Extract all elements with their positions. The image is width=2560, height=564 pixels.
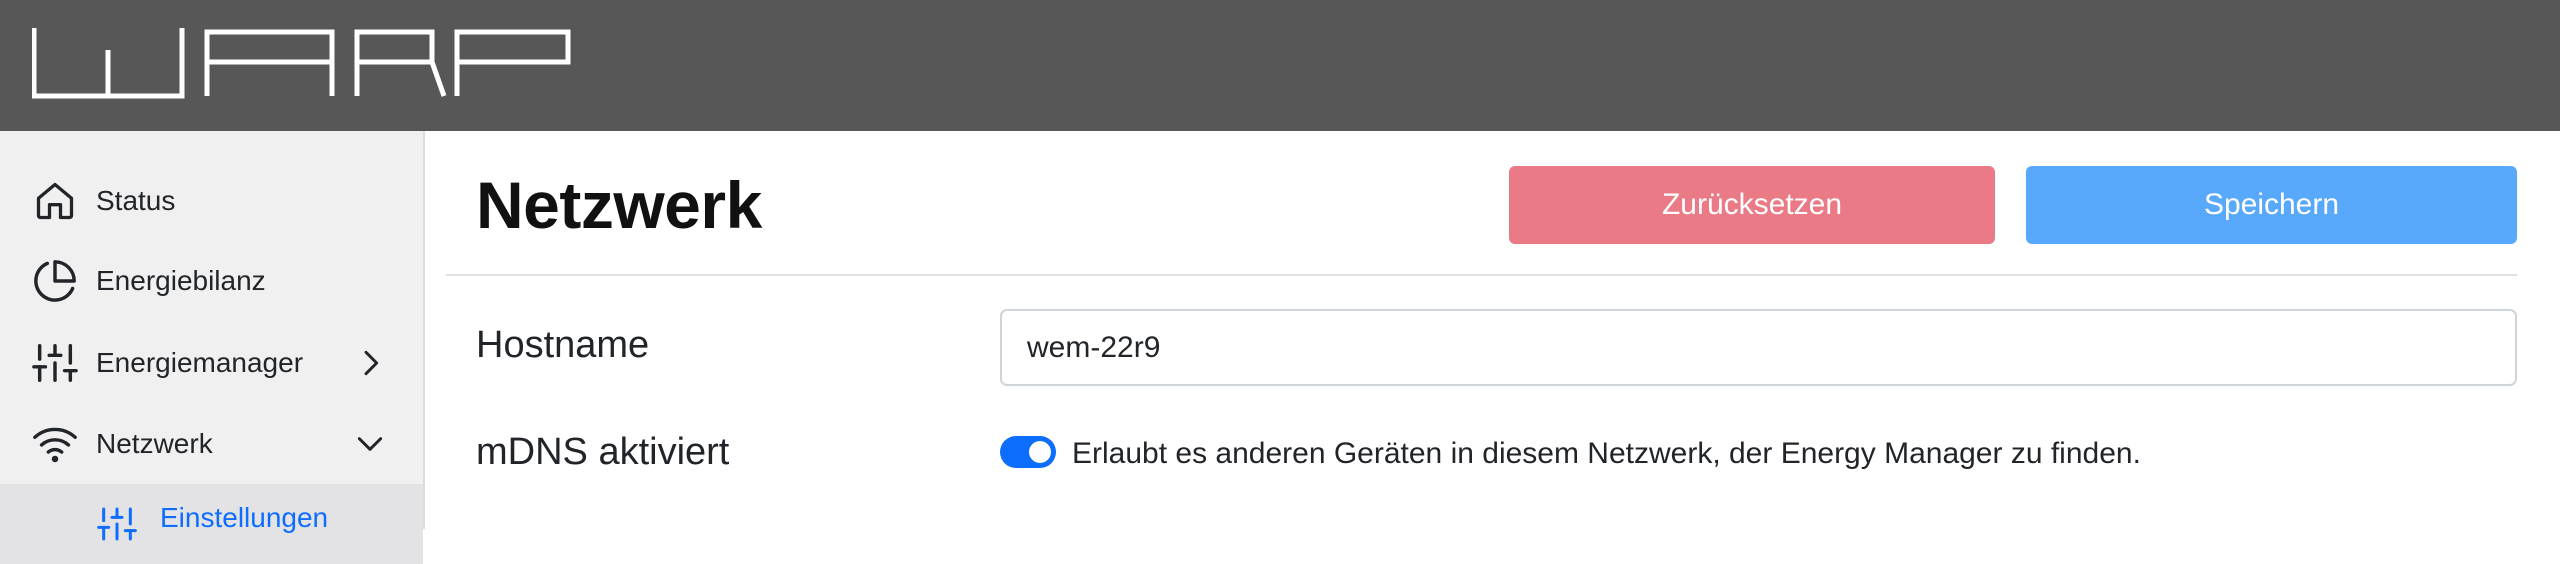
warp-logo[interactable] — [31, 28, 572, 105]
sidebar-item-label: Einstellungen — [160, 502, 329, 533]
pie-chart-icon — [30, 256, 80, 306]
reset-button[interactable]: Zurücksetzen — [1509, 166, 1995, 244]
hostname-label: Hostname — [476, 324, 650, 366]
sidebar-item-netzwerk[interactable]: Netzwerk — [0, 404, 423, 484]
mdns-description: Erlaubt es anderen Geräten in diesem Net… — [1072, 437, 2141, 470]
page-title: Netzwerk — [476, 168, 762, 242]
toggle-knob — [1029, 441, 1051, 463]
chevron-down-icon[interactable] — [350, 424, 390, 464]
mdns-label: mDNS aktiviert — [476, 431, 730, 473]
chevron-right-icon[interactable] — [350, 343, 390, 383]
warp-logo-icon — [31, 28, 571, 99]
top-navbar — [0, 0, 2560, 131]
sliders-icon — [92, 499, 142, 549]
wifi-icon — [30, 419, 80, 469]
sidebar-item-label: Status — [96, 185, 176, 216]
sidebar-item-label: Netzwerk — [96, 428, 213, 459]
sidebar-item-energiebilanz[interactable]: Energiebilanz — [0, 241, 423, 321]
sidebar-item-energiemanager[interactable]: Energiemanager — [0, 323, 423, 403]
save-button[interactable]: Speichern — [2026, 166, 2517, 244]
sidebar-item-label: Energiebilanz — [96, 265, 266, 296]
mdns-toggle[interactable] — [1000, 436, 1056, 468]
divider — [446, 274, 2517, 276]
home-icon — [30, 176, 80, 226]
sidebar: Status Energiebilanz Energiemanager Netz… — [0, 131, 425, 564]
sliders-icon — [30, 338, 80, 388]
sidebar-item-einstellungen[interactable]: Einstellungen — [0, 484, 423, 564]
hostname-input[interactable] — [1000, 309, 2517, 386]
main-content: Netzwerk Zurücksetzen Speichern Hostname… — [427, 131, 2560, 529]
sidebar-item-label: Energiemanager — [96, 347, 304, 378]
sidebar-item-status[interactable]: Status — [0, 161, 423, 241]
